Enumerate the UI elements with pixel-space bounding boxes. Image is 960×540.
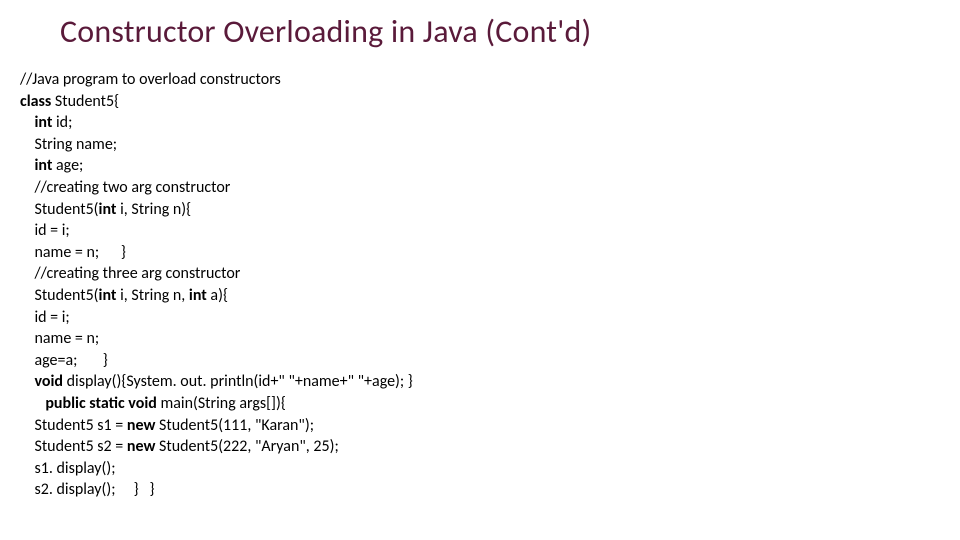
keyword-void: void [125, 394, 157, 413]
keyword-int: int [20, 156, 52, 175]
code-line: int age; [20, 155, 960, 177]
code-line: Student5(int i, String n){ [20, 199, 960, 221]
code-line: //creating two arg constructor [20, 177, 960, 199]
code-line: s2. display(); } } [20, 479, 960, 501]
keyword-static: static [86, 394, 125, 413]
code-text: Student5(111, "Karan"); [155, 416, 314, 435]
keyword-int: int [189, 286, 207, 305]
keyword-class: class [20, 92, 51, 111]
code-text: Student5(222, "Aryan", 25); [155, 437, 338, 456]
code-text: i, String n){ [116, 200, 191, 219]
code-line: name = n; [20, 328, 960, 350]
keyword-int: int [99, 286, 117, 305]
keyword-new: new [127, 416, 155, 435]
code-text: main(String args[]){ [157, 394, 286, 413]
code-line: id = i; [20, 307, 960, 329]
code-line: //creating three arg constructor [20, 263, 960, 285]
code-line: Student5(int i, String n, int a){ [20, 285, 960, 307]
keyword-int: int [20, 113, 52, 132]
keyword-new: new [127, 437, 155, 456]
code-line: age=a; } [20, 350, 960, 372]
code-line: class Student5{ [20, 91, 960, 113]
code-text: Student5( [20, 286, 99, 305]
slide-title: Constructor Overloading in Java (Cont'd) [0, 12, 960, 51]
code-text: i, String n, [116, 286, 188, 305]
code-text: Student5 s2 = [20, 437, 127, 456]
slide-container: Constructor Overloading in Java (Cont'd)… [0, 0, 960, 540]
code-line: int id; [20, 112, 960, 134]
code-text: Student5 s1 = [20, 416, 127, 435]
code-line: name = n; } [20, 242, 960, 264]
code-line: id = i; [20, 220, 960, 242]
code-line: void display(){System. out. println(id+"… [20, 371, 960, 393]
code-line: public static void main(String args[]){ [20, 393, 960, 415]
keyword-int: int [99, 200, 117, 219]
code-line: //Java program to overload constructors [20, 69, 960, 91]
keyword-public: public [20, 394, 86, 413]
code-text: age; [52, 156, 83, 175]
code-line: Student5 s2 = new Student5(222, "Aryan",… [20, 436, 960, 458]
code-text: Student5{ [51, 92, 119, 111]
code-text: a){ [207, 286, 228, 305]
code-line: String name; [20, 134, 960, 156]
code-text: display(){System. out. println(id+" "+na… [63, 372, 413, 391]
code-text: Student5( [20, 200, 99, 219]
code-block: //Java program to overload constructors … [0, 69, 960, 501]
code-text: id; [52, 113, 72, 132]
code-line: Student5 s1 = new Student5(111, "Karan")… [20, 415, 960, 437]
keyword-void: void [20, 372, 63, 391]
code-line: s1. display(); [20, 458, 960, 480]
